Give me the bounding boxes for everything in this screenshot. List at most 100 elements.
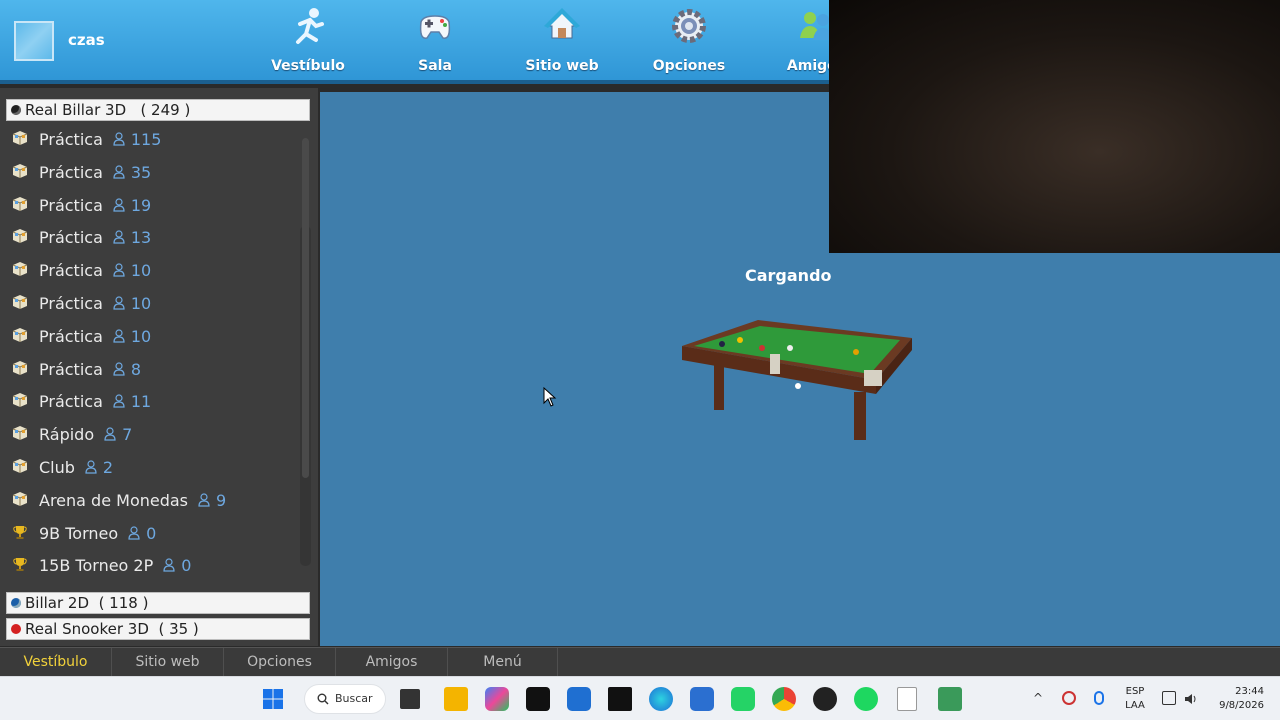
room-name-text: Práctica (39, 261, 103, 281)
group-header-real-billar-3d[interactable]: Real Billar 3D ( 249 ) (6, 99, 310, 121)
volume-icon[interactable] (1184, 691, 1198, 705)
edge-icon[interactable] (649, 687, 673, 711)
room-row[interactable]: 15B Torneo 2P 0 (0, 550, 300, 582)
group-count: ( 118 ) (98, 594, 149, 612)
windows-taskbar: Buscar ^ ESP LAA 23:44 9/8/2026 (0, 676, 1280, 720)
room-count-text: 2 (102, 458, 114, 477)
dw-app-icon[interactable] (608, 687, 632, 711)
box-icon (12, 196, 28, 212)
room-count-text: 0 (181, 556, 192, 576)
notepad-icon[interactable] (897, 687, 917, 711)
user-icon (198, 492, 210, 507)
file-explorer-icon[interactable] (444, 687, 468, 711)
room-count-text: 7 (122, 425, 133, 445)
microphone-icon[interactable] (1094, 691, 1104, 705)
tab-sitio-web[interactable]: Sitio web (112, 648, 224, 677)
box-icon (12, 228, 28, 244)
nav-sala-button[interactable]: Sala (385, 0, 485, 80)
box-icon (12, 261, 28, 277)
outlook-icon[interactable] (567, 687, 591, 711)
room-row[interactable]: Práctica 13 (0, 222, 300, 254)
room-name-text: 15B Torneo 2P (39, 556, 154, 576)
room-count-text: 13 (130, 228, 152, 248)
whatsapp-icon[interactable] (731, 687, 755, 711)
gamepad-icon (419, 15, 451, 39)
box-icon (12, 425, 28, 441)
gear-icon (672, 9, 706, 43)
room-name-text: 9B Torneo (39, 523, 119, 543)
room-row[interactable]: Práctica 10 (0, 321, 300, 353)
tab-vestibulo[interactable]: Vestíbulo (0, 648, 112, 677)
group-header-billar-2d[interactable]: Billar 2D ( 118 ) (6, 592, 310, 614)
pool-table-image (682, 320, 912, 440)
chevron-up-icon[interactable]: ^ (1033, 691, 1047, 705)
nav-opciones-button[interactable]: Opciones (639, 0, 739, 80)
billiards-app-icon[interactable] (938, 687, 962, 711)
room-count-text: 35 (130, 162, 152, 182)
room-row[interactable]: Arena de Monedas 9 (0, 485, 300, 517)
room-name-text: Rápido (39, 425, 95, 445)
box-icon (12, 327, 28, 343)
nav-vestibulo-button[interactable]: Vestíbulo (258, 0, 358, 80)
network-icon[interactable] (1162, 691, 1176, 705)
room-player-count: 115 (113, 130, 162, 149)
trophy-icon (12, 524, 28, 540)
room-row[interactable]: Práctica 8 (0, 354, 300, 386)
tab-opciones[interactable]: Opciones (224, 648, 336, 677)
room-name-text: Práctica (39, 195, 103, 215)
room-row[interactable]: Práctica 35 (0, 157, 300, 189)
windows-start-icon[interactable] (261, 687, 285, 711)
microsoft-365-icon[interactable] (485, 687, 509, 711)
spotify-icon[interactable] (854, 687, 878, 711)
room-row[interactable]: Práctica 11 (0, 386, 300, 418)
room-name: Práctica 11 (39, 392, 151, 411)
box-icon (12, 163, 28, 179)
avatar[interactable] (14, 21, 54, 61)
group-header-real-snooker-3d[interactable]: Real Snooker 3D ( 35 ) (6, 618, 310, 640)
room-name: Práctica 10 (39, 327, 151, 346)
room-name: 15B Torneo 2P 0 (39, 556, 191, 575)
room-row[interactable]: Práctica 115 (0, 124, 300, 156)
language-indicator[interactable]: ESP LAA (1120, 685, 1150, 713)
room-name: Práctica 13 (39, 228, 151, 247)
group-count: ( 35 ) (158, 620, 199, 638)
webcam-overlay (829, 0, 1280, 253)
store-icon[interactable] (690, 687, 714, 711)
room-player-count: 35 (113, 163, 151, 182)
room-player-count: 9 (198, 491, 226, 510)
room-row[interactable]: Rápido 7 (0, 419, 300, 451)
mouse-cursor-icon (543, 387, 557, 407)
chrome-icon[interactable] (772, 687, 796, 711)
room-name-text: Arena de Monedas (39, 490, 189, 510)
room-name-text: Práctica (39, 392, 103, 412)
roblox-icon[interactable] (526, 687, 550, 711)
room-row[interactable]: Práctica 10 (0, 255, 300, 287)
user-icon (113, 393, 125, 408)
scrollbar-thumb[interactable] (302, 138, 309, 478)
room-player-count: 8 (113, 360, 141, 379)
nav-sitio-web-button[interactable]: Sitio web (512, 0, 612, 80)
tab-amigos[interactable]: Amigos (336, 648, 448, 677)
room-player-count: 7 (104, 425, 132, 444)
room-row[interactable]: 9B Torneo 0 (0, 518, 300, 550)
room-row[interactable]: Práctica 10 (0, 288, 300, 320)
room-name: Club 2 (39, 458, 113, 477)
room-player-count: 10 (113, 294, 151, 313)
room-count-text: 11 (130, 392, 152, 412)
room-row[interactable]: Práctica 19 (0, 190, 300, 222)
username: czas (68, 31, 105, 49)
onedrive-icon[interactable] (1062, 691, 1076, 705)
search-icon (317, 693, 329, 705)
room-count-text: 115 (130, 130, 162, 149)
room-count-text: 19 (130, 195, 152, 215)
obs-icon[interactable] (813, 687, 837, 711)
room-row[interactable]: Club 2 (0, 452, 300, 484)
room-count-text: 8 (130, 359, 142, 379)
clock[interactable]: 23:44 9/8/2026 (1208, 685, 1264, 713)
taskbar-search[interactable]: Buscar (304, 684, 386, 714)
room-player-count: 2 (85, 458, 113, 477)
task-view-icon[interactable] (400, 689, 420, 709)
trophy-icon (12, 556, 28, 572)
tab-menu[interactable]: Menú (448, 648, 558, 677)
box-icon (12, 130, 28, 146)
